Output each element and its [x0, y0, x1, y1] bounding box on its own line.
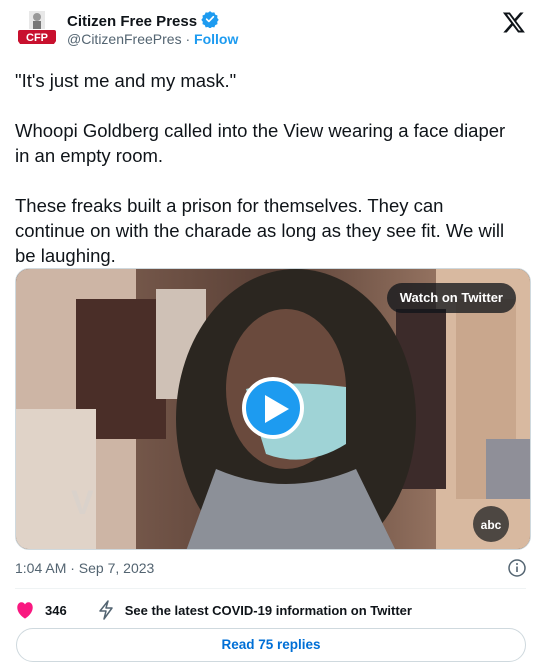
x-logo-icon[interactable]	[502, 10, 526, 34]
author-handle-row: @CitizenFreePres · Follow	[67, 31, 238, 47]
tweet-paragraph: Whoopi Goldberg called into the View wea…	[15, 120, 506, 166]
svg-text:V: V	[71, 484, 94, 522]
covid-info-label: See the latest COVID-19 information on T…	[124, 602, 412, 618]
video-media[interactable]: V abc Watch on Twitter	[15, 268, 531, 550]
heart-icon	[17, 602, 33, 619]
watch-on-twitter-button[interactable]: Watch on Twitter	[386, 283, 516, 313]
read-replies-button[interactable]: Read 75 replies	[16, 628, 526, 662]
tweet-header: CFP Citizen Free Press @CitizenFreePres …	[15, 6, 526, 56]
tweet-card: CFP Citizen Free Press @CitizenFreePres …	[0, 0, 538, 665]
tweet-text: "It's just me and my mask." Whoopi Goldb…	[15, 68, 515, 293]
avatar[interactable]: CFP	[15, 8, 59, 52]
play-icon	[265, 395, 289, 423]
separator: ·	[185, 31, 191, 47]
like-count: 346	[45, 602, 67, 618]
author-name-row: Citizen Free Press	[67, 10, 219, 33]
follow-button[interactable]: Follow	[194, 31, 238, 47]
info-icon[interactable]	[508, 559, 526, 577]
author-name[interactable]: Citizen Free Press	[67, 13, 197, 30]
tweet-timestamp[interactable]: 1:04 AM · Sep 7, 2023	[15, 560, 154, 576]
divider	[15, 588, 526, 589]
verified-badge-icon	[201, 10, 219, 33]
play-button[interactable]	[242, 377, 304, 439]
abc-watermark: abc	[481, 518, 502, 532]
logo-text: CFP	[26, 32, 48, 44]
tweet-paragraph: These freaks built a prison for themselv…	[15, 195, 505, 266]
tweet-actions: 346 See the latest COVID-19 information …	[15, 598, 412, 622]
author-handle[interactable]: @CitizenFreePres	[67, 31, 182, 47]
lightning-icon	[98, 600, 113, 620]
like-button[interactable]: 346	[15, 601, 67, 619]
tweet-paragraph: "It's just me and my mask."	[15, 70, 237, 91]
covid-info-link[interactable]: See the latest COVID-19 information on T…	[97, 600, 412, 620]
